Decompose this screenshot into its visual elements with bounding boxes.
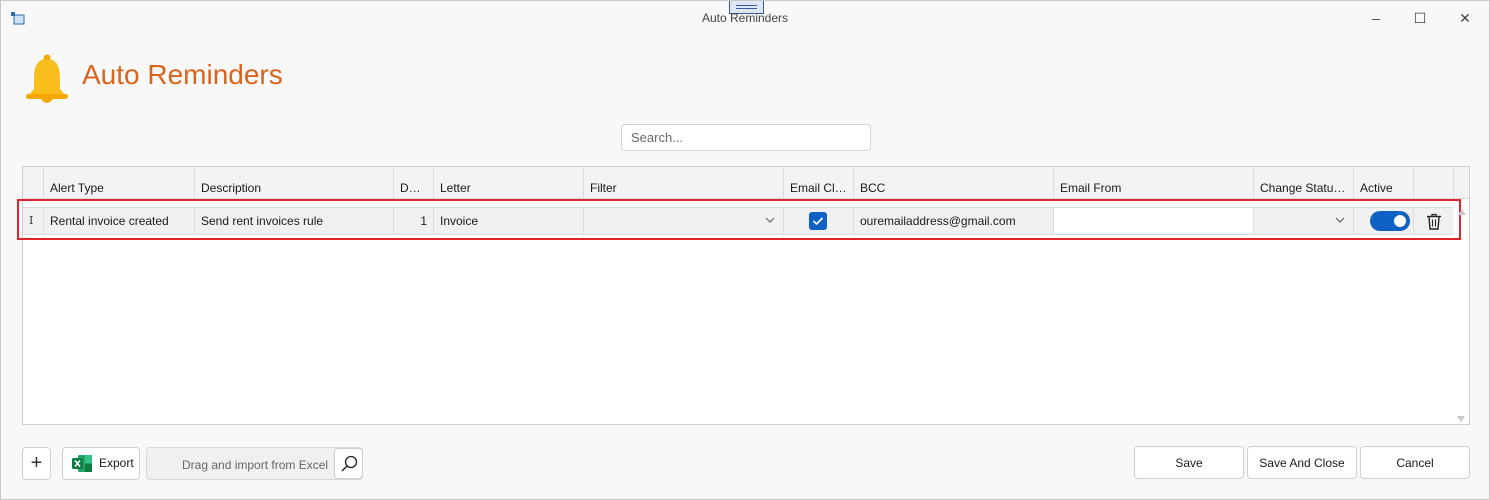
bell-icon <box>26 54 68 103</box>
column-header-change-status[interactable]: Change Status... <box>1253 167 1353 198</box>
excel-import-dropzone[interactable]: Drag and import from Excel <box>146 447 363 480</box>
trash-icon[interactable] <box>1426 213 1442 230</box>
cancel-button[interactable]: Cancel <box>1360 446 1470 479</box>
export-button[interactable]: Export <box>62 447 140 480</box>
add-button[interactable]: + <box>22 447 51 480</box>
export-label: Export <box>99 456 134 470</box>
column-header-letter[interactable]: Letter <box>433 167 583 198</box>
scroll-up-icon[interactable] <box>1458 209 1466 215</box>
save-and-close-button[interactable]: Save And Close <box>1247 446 1357 479</box>
save-button[interactable]: Save <box>1134 446 1244 479</box>
cell-email-client <box>783 208 853 234</box>
column-header-alert-type[interactable]: Alert Type <box>43 167 194 198</box>
table-row[interactable]: I Rental invoice created Send rent invoi… <box>23 207 1453 235</box>
column-header-description[interactable]: Description <box>194 167 393 198</box>
cell-days[interactable]: 1 <box>393 208 433 234</box>
search-input[interactable] <box>621 124 871 151</box>
cell-bcc[interactable]: ouremailaddress@gmail.com <box>853 208 1053 234</box>
column-header-scroll <box>1453 167 1470 198</box>
active-toggle[interactable] <box>1370 211 1410 231</box>
email-client-checkbox[interactable] <box>809 212 827 230</box>
cell-letter[interactable]: Invoice <box>433 208 583 234</box>
import-browse-button[interactable] <box>334 448 363 479</box>
column-header-email-from[interactable]: Email From <box>1053 167 1253 198</box>
title-bar[interactable]: Auto Reminders – ☐ ✕ <box>1 1 1489 35</box>
column-header-days[interactable]: Days <box>393 167 433 198</box>
checkmark-icon <box>812 217 824 226</box>
chevron-down-icon <box>1335 217 1345 223</box>
column-header-bcc[interactable]: BCC <box>853 167 1053 198</box>
window-title: Auto Reminders <box>701 11 789 25</box>
text-cursor-icon: I <box>29 214 34 227</box>
cell-description[interactable]: Send rent invoices rule <box>194 208 393 234</box>
change-status-dropdown[interactable] <box>1253 208 1353 234</box>
email-from-input[interactable] <box>1053 208 1253 234</box>
column-header-delete <box>1413 167 1453 198</box>
chevron-down-icon <box>765 217 775 223</box>
maximize-icon[interactable]: ☐ <box>1410 9 1430 27</box>
minimize-icon[interactable]: – <box>1366 9 1386 27</box>
cell-delete <box>1413 208 1453 234</box>
column-header-active[interactable]: Active <box>1353 167 1413 198</box>
close-icon[interactable]: ✕ <box>1455 9 1475 27</box>
scroll-down-icon[interactable] <box>1457 416 1465 422</box>
row-indicator[interactable]: I <box>23 208 43 234</box>
column-header-email-client[interactable]: Email Cli... <box>783 167 853 198</box>
search-icon <box>341 455 358 472</box>
cell-active <box>1353 208 1413 234</box>
grid-header: Alert Type Description Days Letter Filte… <box>23 167 1469 199</box>
reminders-grid: Alert Type Description Days Letter Filte… <box>22 166 1470 425</box>
auto-reminders-window: Auto Reminders – ☐ ✕ Auto Reminders Aler… <box>0 0 1490 500</box>
filter-dropdown[interactable] <box>583 208 783 234</box>
cell-alert-type[interactable]: Rental invoice created <box>43 208 194 234</box>
column-header-filter[interactable]: Filter <box>583 167 783 198</box>
excel-icon <box>72 455 92 472</box>
page-title: Auto Reminders <box>82 59 283 90</box>
